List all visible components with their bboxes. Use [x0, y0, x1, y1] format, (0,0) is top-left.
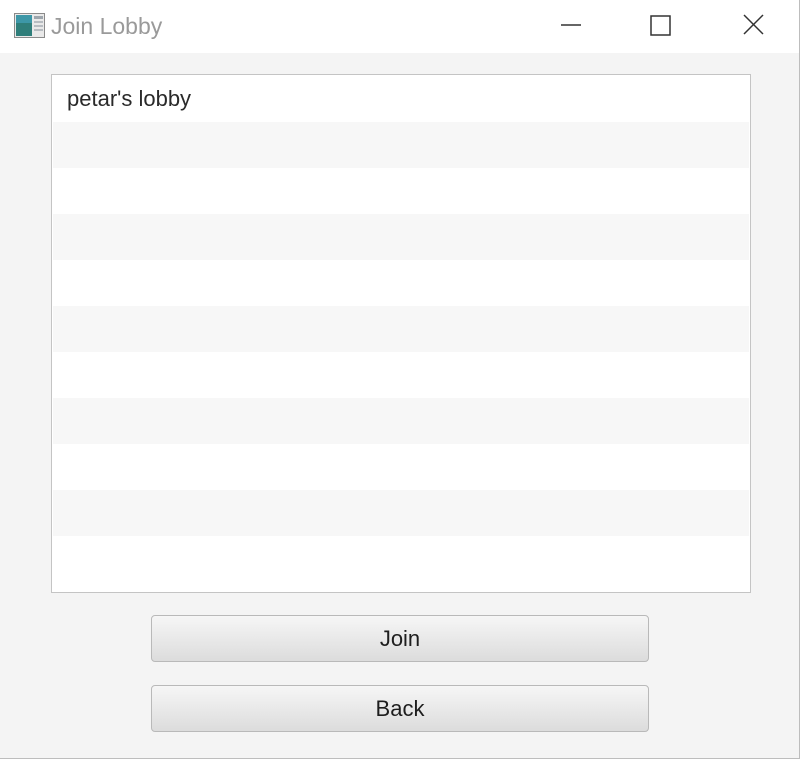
back-button[interactable]: Back — [151, 685, 649, 732]
close-icon — [743, 14, 764, 35]
list-item[interactable] — [53, 168, 749, 214]
join-button[interactable]: Join — [151, 615, 649, 662]
list-item[interactable] — [53, 122, 749, 168]
list-item[interactable] — [53, 536, 749, 582]
lobby-list[interactable]: petar's lobby — [51, 74, 751, 593]
list-item[interactable]: petar's lobby — [53, 76, 749, 122]
join-lobby-window: Join Lobby petar's lobby Join Back — [0, 0, 800, 759]
maximize-icon — [650, 15, 671, 36]
close-button[interactable] — [731, 5, 777, 45]
window-title: Join Lobby — [51, 13, 163, 39]
minimize-button[interactable] — [548, 5, 594, 45]
app-icon — [14, 13, 45, 38]
list-item[interactable] — [53, 260, 749, 306]
maximize-button[interactable] — [637, 5, 683, 45]
list-item[interactable] — [53, 444, 749, 490]
list-item[interactable] — [53, 490, 749, 536]
list-item[interactable] — [53, 306, 749, 352]
minimize-icon — [561, 24, 581, 26]
list-item[interactable] — [53, 352, 749, 398]
list-item[interactable] — [53, 398, 749, 444]
list-item[interactable] — [53, 214, 749, 260]
title-bar[interactable]: Join Lobby — [0, 0, 799, 53]
